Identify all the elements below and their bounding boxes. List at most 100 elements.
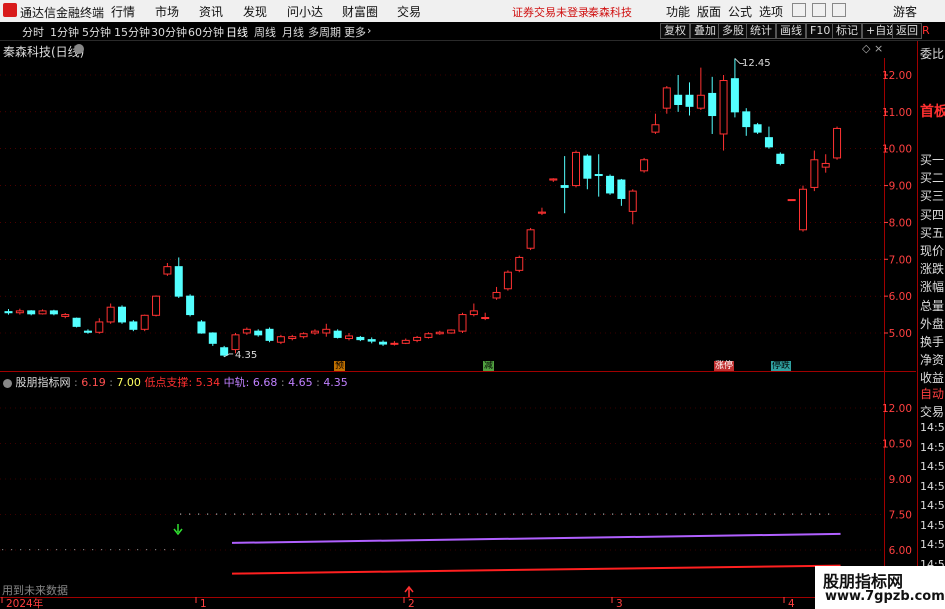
signal-dot	[396, 513, 398, 515]
signal-dot	[657, 513, 659, 515]
btn-tongji[interactable]: 统计	[746, 23, 776, 39]
right-quote-panel: 委比 首板 买一买二买三买四买五现价涨跌涨幅总量外盘换手净资收益 自动 交易 1…	[917, 41, 945, 609]
btn-duogu[interactable]: 多股	[718, 23, 748, 39]
period-5min[interactable]: 5分钟	[82, 24, 111, 40]
restore-icon[interactable]	[812, 3, 826, 17]
menu-caifuquan[interactable]: 财富圈	[342, 3, 378, 20]
auto-label[interactable]: 自动	[920, 385, 944, 402]
support-label: 低点支撑	[144, 376, 189, 389]
guest-label[interactable]: 游客	[893, 3, 917, 20]
btn-f10[interactable]: F10	[806, 23, 835, 39]
signal-dot	[711, 513, 713, 515]
period-15min[interactable]: 15分钟	[114, 24, 150, 40]
indicator-dropdown-icon[interactable]	[3, 378, 12, 388]
marker-jian[interactable]: 减	[483, 361, 495, 371]
signal-dot	[423, 513, 425, 515]
candle-body	[606, 175, 615, 194]
weibi-tab[interactable]: 委比	[920, 45, 944, 62]
price-tick-label: 6.00	[889, 291, 912, 303]
signal-dot	[261, 513, 263, 515]
signal-dot	[128, 549, 130, 551]
indicator-v2: 7.00	[116, 376, 141, 389]
candle-body	[254, 330, 263, 336]
trade-time: 14:56	[920, 460, 945, 473]
candle-body	[799, 188, 807, 231]
candle-body	[333, 330, 342, 338]
btn-back[interactable]: 返回	[892, 23, 922, 39]
signal-dot	[684, 513, 686, 515]
low-marker-line	[223, 353, 234, 358]
signal-dot	[351, 513, 353, 515]
mid-v2: 4.65	[288, 376, 313, 389]
signal-dot	[540, 513, 542, 515]
period-fenshi[interactable]: 分时	[22, 24, 44, 40]
menu-gongneng[interactable]: 功能	[666, 3, 690, 20]
indicator-tick-label: 12.00	[882, 403, 912, 415]
period-30min[interactable]: 30分钟	[151, 24, 187, 40]
menu-jiaoyi[interactable]: 交易	[397, 3, 421, 20]
period-1min[interactable]: 1分钟	[50, 24, 79, 40]
signal-dot	[828, 513, 830, 515]
signal-dot	[576, 513, 578, 515]
period-multi[interactable]: 多周期	[308, 24, 341, 40]
btn-biaoji[interactable]: 标记	[832, 23, 862, 39]
signal-dot	[738, 513, 740, 515]
menu-hangqing[interactable]: 行情	[111, 3, 135, 20]
indicator-name[interactable]: 股朋指标网	[16, 376, 71, 389]
price-tick-label: 8.00	[889, 217, 912, 229]
close-icon[interactable]	[832, 3, 846, 17]
btn-fuquan[interactable]: 复权	[660, 23, 690, 39]
mid-v1: 6.68	[252, 376, 278, 389]
period-weekly[interactable]: 周线	[254, 24, 276, 40]
signal-dot	[720, 513, 722, 515]
chart-settings-icon[interactable]: ◇ ×	[862, 42, 883, 55]
trade-login-status[interactable]: 证券交易未登录	[512, 4, 589, 20]
indicator-tick-label: 7.50	[889, 510, 912, 522]
period-monthly[interactable]: 月线	[282, 24, 304, 40]
menu-xuanxiang[interactable]: 选项	[759, 3, 783, 20]
minimize-icon[interactable]	[792, 3, 806, 17]
signal-dot	[801, 513, 803, 515]
signal-dot	[207, 513, 209, 515]
period-daily[interactable]: 日线	[226, 24, 248, 40]
trade-time: 14:56	[920, 421, 945, 434]
signal-dot	[756, 513, 758, 515]
signal-dot	[369, 513, 371, 515]
candle-body	[231, 334, 240, 351]
signal-dot	[306, 513, 308, 515]
period-more[interactable]: 更多	[344, 24, 366, 40]
period-60min[interactable]: 60分钟	[188, 24, 224, 40]
trade-label[interactable]: 交易	[920, 403, 944, 420]
r-indicator-icon[interactable]: R	[922, 24, 930, 37]
menu-faxian[interactable]: 发现	[243, 3, 267, 20]
signal-dot	[243, 513, 245, 515]
signal-dot	[648, 513, 650, 515]
signal-dot	[333, 513, 335, 515]
low-price-label: 4.35	[235, 350, 258, 361]
chevron-right-icon[interactable]: ›	[367, 24, 371, 37]
menu-banmian[interactable]: 版面	[697, 3, 721, 20]
signal-dot	[513, 513, 515, 515]
candle-body	[492, 291, 501, 299]
menu-gongshi[interactable]: 公式	[728, 3, 752, 20]
btn-huaxian[interactable]: 画线	[776, 23, 806, 39]
signal-dot	[216, 513, 218, 515]
signal-dot	[378, 513, 380, 515]
signal-dot	[47, 549, 49, 551]
menu-shichang[interactable]: 市场	[155, 3, 179, 20]
menu-zixun[interactable]: 资讯	[199, 3, 223, 20]
marker-zhangting[interactable]: 涨停	[714, 361, 735, 371]
app-logo-icon	[3, 3, 17, 17]
marker-yu[interactable]: 预	[334, 361, 346, 371]
candle-body	[696, 94, 705, 109]
marker-tingdie[interactable]: 停跌	[771, 361, 792, 371]
signal-dot	[531, 513, 533, 515]
signal-dot	[549, 513, 551, 515]
candle-body	[38, 310, 47, 315]
mid-v3: 4.35	[323, 376, 348, 389]
candle-body	[628, 190, 637, 212]
chart-title-dropdown-icon[interactable]	[74, 44, 84, 54]
btn-diejia[interactable]: 叠加	[690, 23, 720, 39]
candle-body	[106, 306, 115, 323]
menu-wenxiaoda[interactable]: 问小达	[287, 3, 323, 20]
